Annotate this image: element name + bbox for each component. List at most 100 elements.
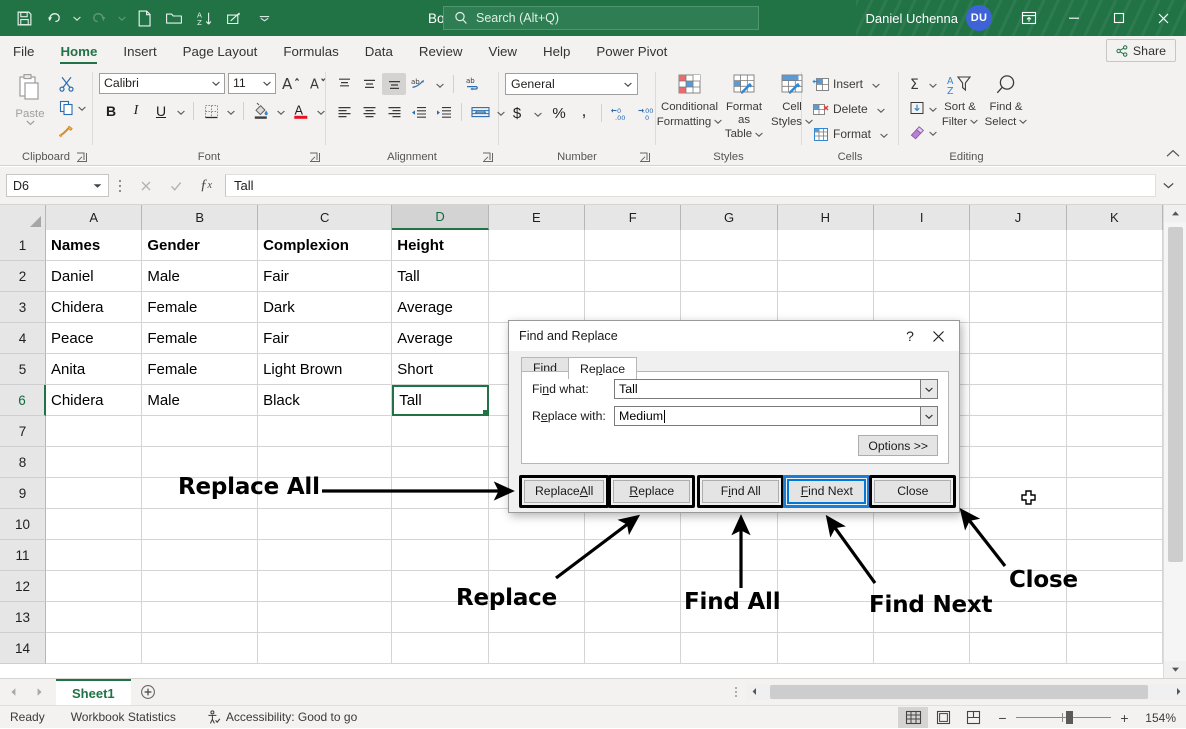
cell-A3[interactable]: Chidera (46, 292, 142, 323)
vertical-scrollbar[interactable] (1163, 205, 1186, 678)
format-cells-button[interactable]: Format (808, 123, 892, 145)
new-file-icon[interactable] (130, 5, 158, 31)
save-icon[interactable] (10, 5, 38, 31)
tab-help[interactable]: Help (530, 36, 583, 66)
cut-button[interactable] (54, 72, 78, 94)
cell-K3[interactable] (1067, 292, 1163, 323)
add-sheet-button[interactable] (131, 679, 165, 705)
cell-B11[interactable] (142, 540, 258, 571)
fill-dropdown-icon[interactable] (929, 99, 937, 117)
cell-B6[interactable]: Male (142, 385, 258, 416)
tab-data[interactable]: Data (352, 36, 406, 66)
sheet-tab-sheet1[interactable]: Sheet1 (56, 679, 131, 705)
column-header-K[interactable]: K (1067, 205, 1163, 230)
tab-home[interactable]: Home (47, 36, 110, 66)
cell-A14[interactable] (46, 633, 142, 664)
close-icon[interactable] (923, 324, 953, 348)
cell-G11[interactable] (681, 540, 777, 571)
zoom-level[interactable]: 154% (1138, 711, 1182, 725)
cell-B14[interactable] (142, 633, 258, 664)
minimize-button[interactable] (1051, 0, 1096, 36)
row-header-2[interactable]: 2 (0, 261, 46, 292)
cell-J9[interactable] (970, 478, 1066, 509)
avatar[interactable]: DU (966, 5, 992, 31)
cell-J2[interactable] (970, 261, 1066, 292)
cell-K14[interactable] (1067, 633, 1163, 664)
zoom-out-button[interactable]: − (996, 710, 1009, 726)
font-name-dropdown-icon[interactable] (212, 81, 220, 86)
formula-bar-drag-handle[interactable] (109, 178, 131, 194)
expand-formula-bar-icon[interactable] (1156, 182, 1180, 189)
cell-J8[interactable] (970, 447, 1066, 478)
underline-dropdown-icon[interactable] (174, 102, 188, 120)
cell-E1[interactable] (489, 230, 585, 261)
accounting-format-button[interactable]: $ (505, 102, 529, 124)
cell-A12[interactable] (46, 571, 142, 602)
column-header-D[interactable]: D (392, 205, 488, 230)
zoom-slider[interactable] (1016, 717, 1111, 718)
cell-H1[interactable] (778, 230, 874, 261)
top-align-button[interactable] (332, 73, 356, 95)
cell-I14[interactable] (874, 633, 970, 664)
cell-A10[interactable] (46, 509, 142, 540)
close-window-button[interactable] (1141, 0, 1186, 36)
cell-C2[interactable]: Fair (258, 261, 392, 292)
column-header-B[interactable]: B (142, 205, 258, 230)
cell-C1[interactable]: Complexion (258, 230, 392, 261)
format-dropdown-icon[interactable] (880, 125, 888, 143)
cell-F2[interactable] (585, 261, 681, 292)
percent-format-button[interactable]: % (547, 102, 571, 124)
cell-F10[interactable] (585, 509, 681, 540)
maximize-button[interactable] (1096, 0, 1141, 36)
insert-cells-button[interactable]: Insert (808, 73, 884, 95)
conditional-formatting-button[interactable]: Conditional Formatting (662, 71, 717, 130)
row-header-13[interactable]: 13 (0, 602, 46, 633)
row-header-5[interactable]: 5 (0, 354, 46, 385)
page-break-preview-icon[interactable] (958, 707, 988, 728)
cell-C7[interactable] (258, 416, 392, 447)
column-header-C[interactable]: C (258, 205, 392, 230)
cell-A6[interactable]: Chidera (46, 385, 142, 416)
cell-A5[interactable]: Anita (46, 354, 142, 385)
cell-I3[interactable] (874, 292, 970, 323)
cell-J7[interactable] (970, 416, 1066, 447)
cell-F12[interactable] (585, 571, 681, 602)
touch-draw-icon[interactable] (220, 5, 248, 31)
dialog-close-button[interactable]: Close (874, 480, 951, 503)
cell-K7[interactable] (1067, 416, 1163, 447)
cell-B12[interactable] (142, 571, 258, 602)
page-layout-view-icon[interactable] (928, 707, 958, 728)
cell-D14[interactable] (392, 633, 488, 664)
font-name-input[interactable]: Calibri (99, 73, 225, 94)
cell-K13[interactable] (1067, 602, 1163, 633)
tab-review[interactable]: Review (406, 36, 476, 66)
cell-K1[interactable] (1067, 230, 1163, 261)
find-what-dropdown-icon[interactable] (920, 379, 938, 399)
font-color-button[interactable]: A (289, 100, 313, 122)
ribbon-display-options-icon[interactable] (1006, 0, 1051, 36)
column-header-G[interactable]: G (681, 205, 777, 230)
format-painter-button[interactable] (54, 120, 78, 142)
paste-button[interactable]: Paste (6, 71, 54, 128)
cell-H13[interactable] (778, 602, 874, 633)
cell-A13[interactable] (46, 602, 142, 633)
row-header-6[interactable]: 6 (0, 385, 46, 416)
cell-C12[interactable] (258, 571, 392, 602)
cell-K6[interactable] (1067, 385, 1163, 416)
fill-color-button[interactable] (249, 100, 273, 122)
insert-function-icon[interactable]: ƒx (191, 174, 221, 197)
cell-C4[interactable]: Fair (258, 323, 392, 354)
redo-dropdown-icon[interactable] (115, 5, 128, 31)
scroll-right-icon[interactable] (1170, 684, 1186, 700)
cell-K5[interactable] (1067, 354, 1163, 385)
align-right-button[interactable] (382, 101, 406, 123)
search-input[interactable]: Search (Alt+Q) (443, 6, 759, 30)
insert-dropdown-icon[interactable] (872, 75, 880, 93)
cell-I1[interactable] (874, 230, 970, 261)
cell-B3[interactable]: Female (142, 292, 258, 323)
tab-file[interactable]: File (0, 36, 47, 66)
cell-C10[interactable] (258, 509, 392, 540)
row-header-11[interactable]: 11 (0, 540, 46, 571)
cell-A2[interactable]: Daniel (46, 261, 142, 292)
cell-D7[interactable] (392, 416, 488, 447)
